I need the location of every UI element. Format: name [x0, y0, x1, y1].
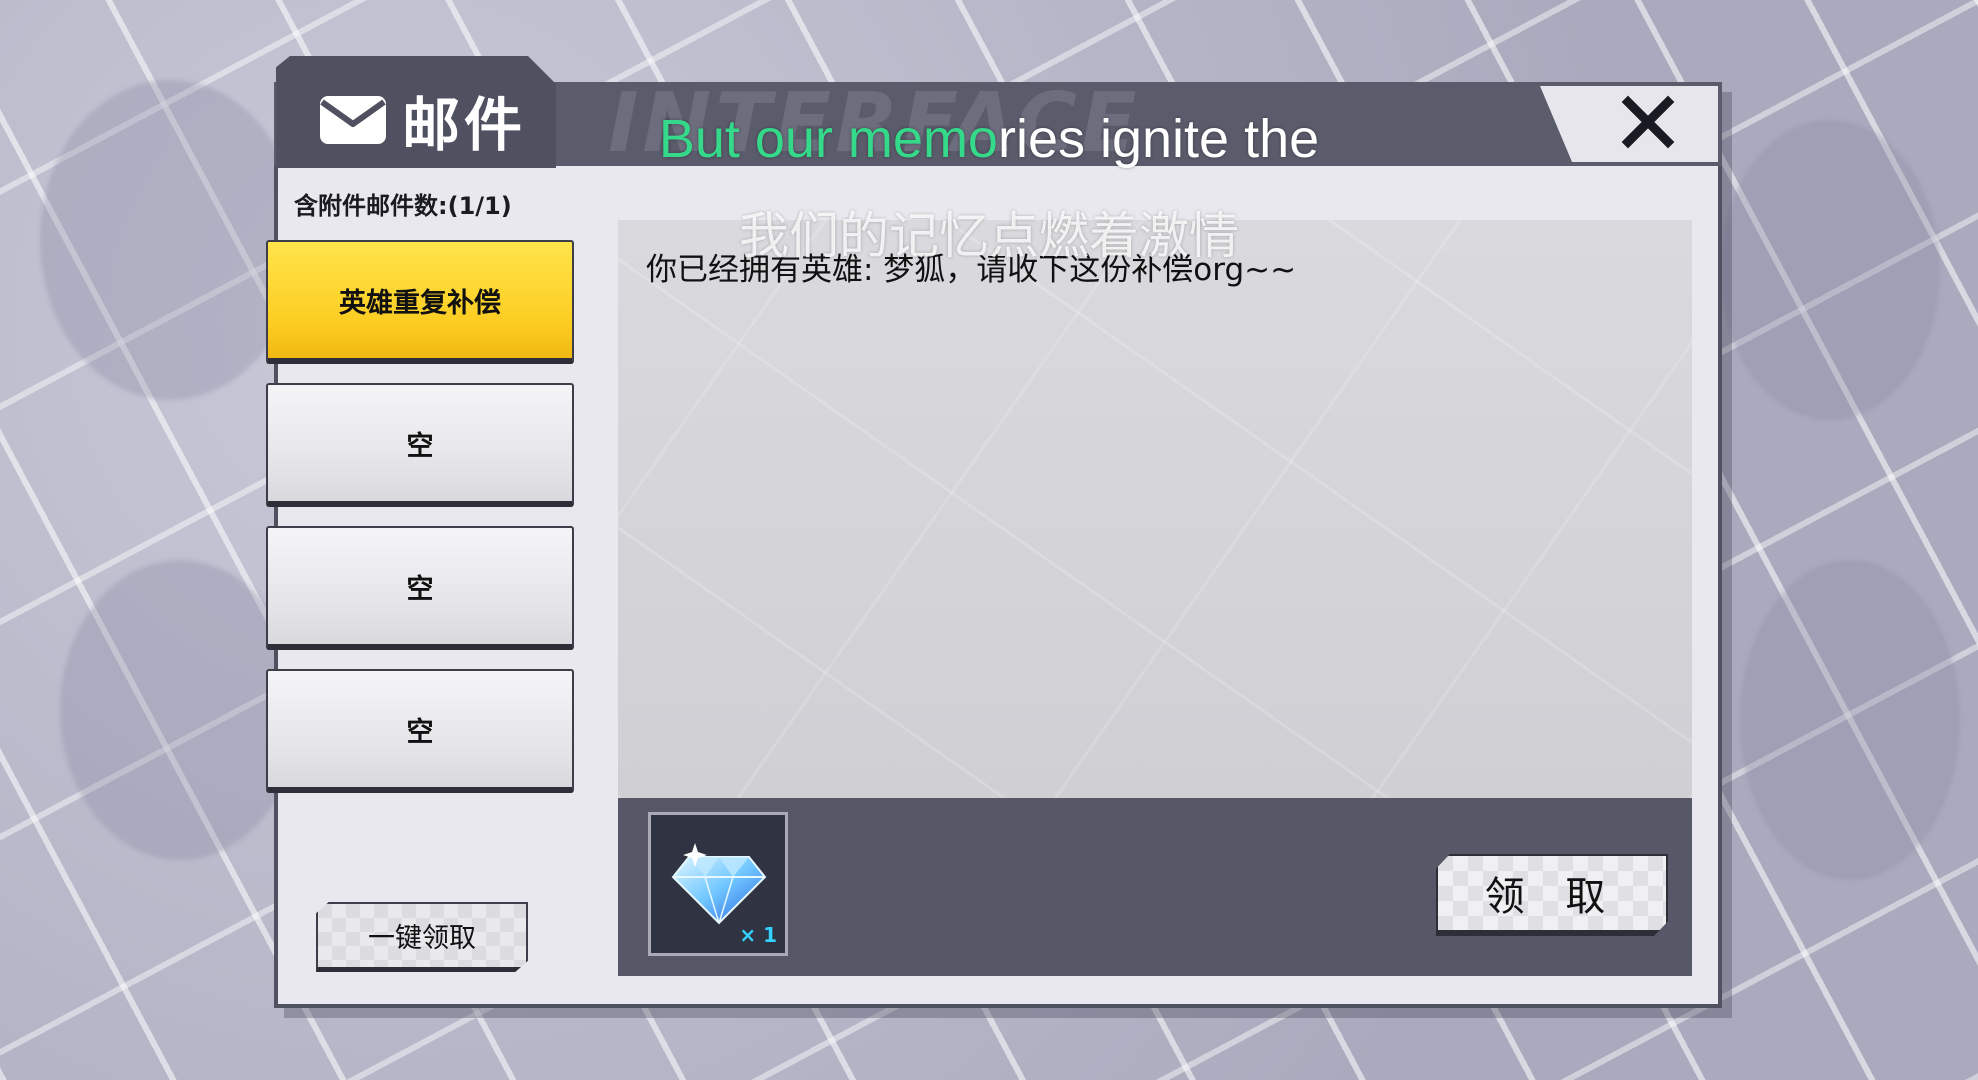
bg-character-art: [60, 560, 300, 860]
attachment-bar: × 1 领 取: [618, 798, 1692, 976]
mail-content-panel: 你已经拥有英雄: 梦狐，请收下这份补偿org~~: [618, 220, 1692, 798]
diamond-icon: [669, 837, 769, 931]
claim-button[interactable]: 领 取: [1436, 854, 1668, 936]
subtitle-chinese: 我们的记忆点燃着激情: [739, 207, 1239, 265]
subtitle-english: But our memories ignite the: [0, 108, 1978, 170]
subtitle-highlight: But our memo: [658, 109, 998, 169]
bg-character-art: [1740, 560, 1960, 880]
subtitle-rest: ries ignite the: [997, 109, 1320, 169]
reward-item-slot[interactable]: × 1: [648, 812, 788, 956]
mail-list-item-empty[interactable]: 空: [266, 383, 574, 507]
mail-list-item-empty[interactable]: 空: [266, 669, 574, 793]
reward-quantity: × 1: [739, 923, 777, 947]
mail-list: 英雄重复补偿 空 空 空: [266, 240, 574, 812]
mail-list-item-empty[interactable]: 空: [266, 526, 574, 650]
collect-all-button[interactable]: 一键领取: [316, 902, 528, 972]
